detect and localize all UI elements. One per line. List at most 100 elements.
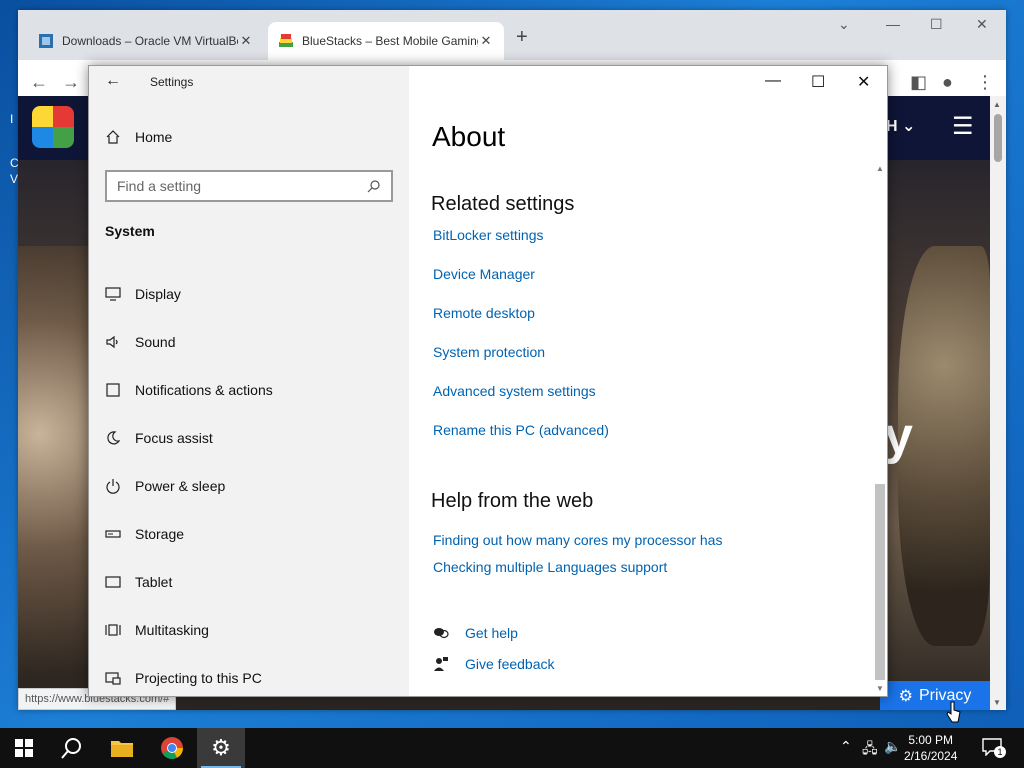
scrollbar-thumb[interactable]: [994, 114, 1002, 162]
nav-label: Focus assist: [135, 430, 213, 446]
desktop-icon-text: V: [10, 172, 19, 186]
tab-bluestacks[interactable]: BlueStacks – Best Mobile Gaming Platform…: [268, 22, 504, 60]
settings-taskbar-button[interactable]: ⚙: [197, 728, 245, 768]
give-feedback-link[interactable]: Give feedback: [433, 656, 555, 672]
hero-heading-fragment: y: [884, 407, 913, 465]
settings-sidebar: ← Settings Home System Display Sound Not…: [89, 66, 409, 696]
settings-nav-list: Display Sound Notifications & actions Fo…: [105, 270, 273, 702]
chevron-up-icon[interactable]: ⌃: [840, 738, 852, 755]
sidebar-icon[interactable]: ◧: [910, 72, 927, 93]
clock-date: 2/16/2024: [904, 749, 958, 763]
language-selector[interactable]: H ⌄: [886, 116, 915, 136]
nav-item-sound[interactable]: Sound: [105, 318, 273, 366]
nav-item-projecting[interactable]: Projecting to this PC: [105, 654, 273, 702]
link-rename-pc[interactable]: Rename this PC (advanced): [433, 422, 609, 438]
link-languages-support[interactable]: Checking multiple Languages support: [433, 559, 667, 575]
volume-icon[interactable]: 🔈: [884, 738, 901, 755]
folder-icon: [111, 741, 133, 757]
close-icon[interactable]: ✕: [857, 72, 870, 92]
minimize-icon[interactable]: —: [886, 16, 900, 32]
tab-strip: Downloads – Oracle VM VirtualBox ✕ BlueS…: [18, 10, 1006, 60]
nav-item-focus-assist[interactable]: Focus assist: [105, 414, 273, 462]
home-label: Home: [135, 129, 173, 145]
link-device-manager[interactable]: Device Manager: [433, 266, 535, 282]
notification-count-badge: 1: [994, 746, 1006, 758]
nav-label: Sound: [135, 334, 176, 350]
tab-title: Downloads – Oracle VM VirtualBox: [62, 34, 238, 48]
search-input[interactable]: [117, 178, 367, 194]
link-bitlocker-settings[interactable]: BitLocker settings: [433, 227, 544, 243]
scroll-down-icon[interactable]: ▼: [876, 684, 884, 693]
close-icon[interactable]: ✕: [976, 16, 988, 33]
nav-label: Multitasking: [135, 622, 209, 638]
nav-item-display[interactable]: Display: [105, 270, 273, 318]
multitasking-icon: [105, 622, 121, 638]
get-help-label: Get help: [465, 625, 518, 641]
projecting-icon: [105, 670, 121, 686]
menu-dots-icon[interactable]: ⋮: [976, 72, 994, 93]
desktop-icon-text: I: [10, 112, 14, 126]
maximize-icon[interactable]: ☐: [811, 72, 825, 92]
notifications-icon: [105, 382, 121, 398]
nav-item-notifications[interactable]: Notifications & actions: [105, 366, 273, 414]
page-scrollbar[interactable]: ▲ ▼: [990, 96, 1006, 710]
privacy-button[interactable]: ⚙ Privacy: [880, 681, 990, 710]
link-system-protection[interactable]: System protection: [433, 344, 545, 360]
nav-label: Power & sleep: [135, 478, 226, 494]
file-explorer-button[interactable]: [98, 728, 146, 768]
clock-time: 5:00 PM: [908, 733, 954, 747]
tablet-icon: [105, 574, 121, 590]
maximize-icon[interactable]: ☐: [930, 16, 943, 33]
start-button[interactable]: [0, 728, 48, 768]
bluestacks-logo[interactable]: [32, 106, 74, 148]
tab-virtualbox[interactable]: Downloads – Oracle VM VirtualBox ✕: [28, 22, 264, 60]
search-box[interactable]: [105, 170, 393, 202]
clock[interactable]: 5:00 PM 2/16/2024: [904, 732, 957, 764]
back-icon[interactable]: ←: [30, 72, 48, 93]
new-tab-button[interactable]: +: [516, 26, 528, 49]
help-from-web-heading: Help from the web: [431, 490, 594, 512]
feedback-icon: [434, 657, 448, 671]
scroll-up-icon[interactable]: ▲: [876, 164, 884, 173]
tab-close-icon[interactable]: ✕: [238, 33, 254, 49]
nav-item-power-sleep[interactable]: Power & sleep: [105, 462, 273, 510]
chrome-icon: [161, 737, 183, 759]
storage-icon: [105, 526, 121, 542]
scroll-down-icon[interactable]: ▼: [993, 698, 1001, 707]
taskbar: ⚙ ⌃ 🖧 🔈 5:00 PM 2/16/2024 1: [0, 728, 1024, 768]
network-icon[interactable]: 🖧: [862, 738, 878, 762]
forward-icon[interactable]: →: [62, 72, 80, 93]
hero-art-left: [18, 246, 90, 710]
tab-close-icon[interactable]: ✕: [478, 33, 494, 49]
settings-window: ← Settings Home System Display Sound Not…: [88, 65, 888, 697]
nav-label: Projecting to this PC: [135, 670, 262, 686]
nav-item-multitasking[interactable]: Multitasking: [105, 606, 273, 654]
scrollbar-thumb[interactable]: [875, 484, 885, 680]
windows-logo-icon: [15, 739, 33, 757]
give-feedback-label: Give feedback: [465, 656, 555, 672]
profile-icon[interactable]: ●: [942, 72, 953, 93]
tab-search-icon[interactable]: ⌄: [838, 16, 850, 33]
scroll-up-icon[interactable]: ▲: [993, 100, 1001, 109]
notification-center-button[interactable]: 1: [982, 738, 1006, 758]
link-remote-desktop[interactable]: Remote desktop: [433, 305, 535, 321]
settings-scrollbar[interactable]: ▲ ▼: [873, 162, 887, 696]
tab-title: BlueStacks – Best Mobile Gaming Platform: [302, 34, 478, 48]
taskbar-search-button[interactable]: [48, 728, 96, 768]
bluestacks-icon: [279, 34, 293, 47]
back-arrow-icon[interactable]: ←: [105, 72, 121, 90]
search-icon[interactable]: [367, 179, 381, 193]
get-help-link[interactable]: Get help: [433, 625, 518, 641]
chrome-button[interactable]: [148, 728, 196, 768]
link-advanced-system-settings[interactable]: Advanced system settings: [433, 383, 596, 399]
home-nav-item[interactable]: Home: [105, 129, 172, 145]
link-processor-cores[interactable]: Finding out how many cores my processor …: [433, 532, 722, 548]
display-icon: [105, 286, 121, 302]
gear-icon: ⚙: [211, 735, 231, 760]
hamburger-menu-icon[interactable]: ☰: [952, 112, 974, 141]
nav-item-tablet[interactable]: Tablet: [105, 558, 273, 606]
related-settings-heading: Related settings: [431, 193, 575, 215]
sound-icon: [105, 334, 121, 350]
nav-item-storage[interactable]: Storage: [105, 510, 273, 558]
minimize-icon[interactable]: —: [765, 72, 781, 90]
